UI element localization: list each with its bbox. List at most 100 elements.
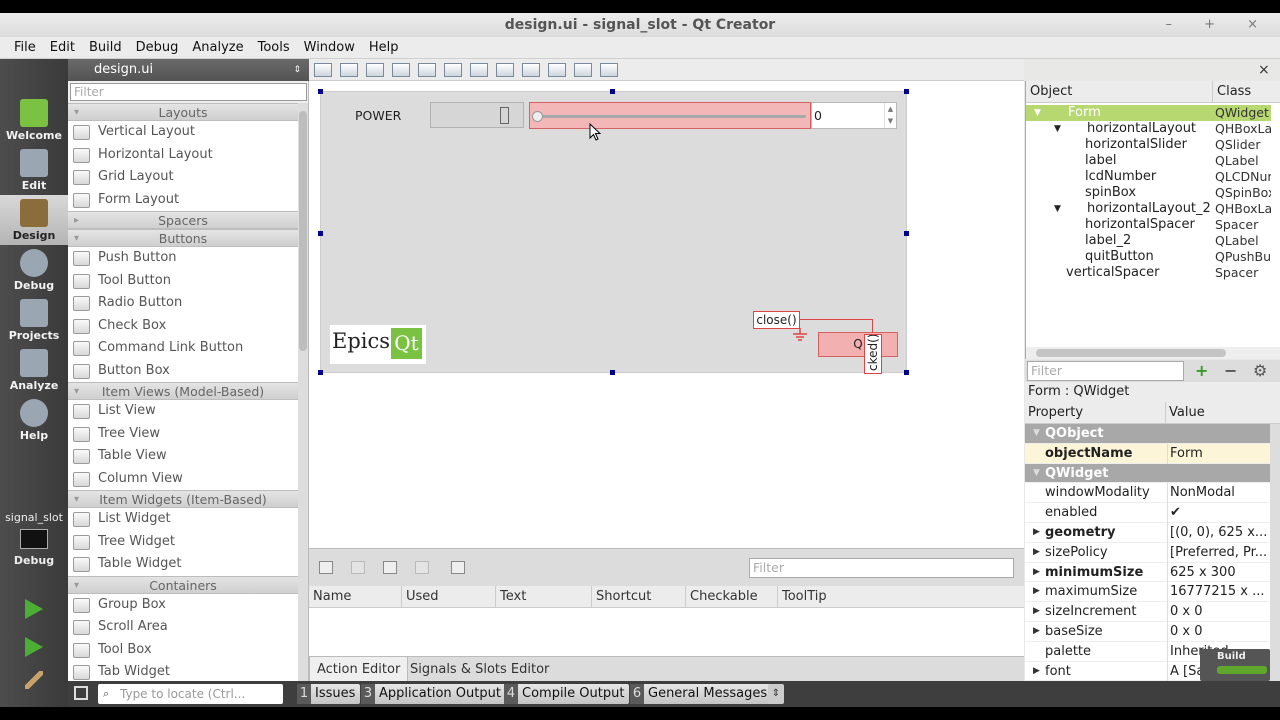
layout-grid-icon[interactable]	[548, 63, 566, 77]
widget-item-tree-view[interactable]: Tree View	[68, 422, 298, 445]
remove-property-icon[interactable]: −	[1224, 362, 1237, 380]
widget-item-tool-button[interactable]: Tool Button	[68, 269, 298, 292]
horizontal-slider[interactable]	[529, 102, 811, 129]
object-column-header[interactable]: Object	[1026, 81, 1072, 103]
output-tab-issues[interactable]: 1 Issues	[297, 684, 361, 704]
object-row-horizontalSpacer[interactable]: horizontalSpacer Spacer	[1026, 217, 1271, 233]
category-item-widgets-item-based-[interactable]: Item Widgets (Item-Based)	[68, 490, 298, 509]
widget-item-table-widget[interactable]: Table Widget	[68, 553, 298, 576]
close-editor-icon[interactable]: ×	[1258, 59, 1274, 81]
widget-item-grid-layout[interactable]: Grid Layout	[68, 166, 298, 189]
object-row-quitButton[interactable]: quitButton QPushButton	[1026, 249, 1271, 265]
mode-welcome[interactable]: Welcome	[0, 95, 68, 145]
layout-vertical-icon[interactable]	[444, 63, 462, 77]
delete-action-icon[interactable]	[415, 561, 429, 574]
value-column-header[interactable]: Value	[1165, 402, 1205, 424]
run-debug-icon[interactable]	[25, 637, 43, 657]
property-value[interactable]: 0 x 0	[1167, 602, 1270, 622]
property-column-header[interactable]: Property	[1025, 402, 1083, 424]
property-value[interactable]: 16777215 x ...	[1167, 582, 1270, 603]
adjust-size-icon[interactable]	[600, 63, 618, 77]
property-value[interactable]: ✔	[1167, 503, 1270, 523]
expand-arrow-icon[interactable]: ▶	[1033, 523, 1040, 543]
menu-analyze[interactable]: Analyze	[185, 37, 250, 59]
property-value[interactable]: [(0, 0), 625 x...	[1167, 522, 1270, 543]
category-layouts[interactable]: Layouts	[68, 103, 298, 122]
quit-button[interactable]: Q	[818, 332, 898, 357]
add-property-icon[interactable]: +	[1195, 362, 1208, 380]
widget-item-tool-box[interactable]: Tool Box	[68, 638, 298, 661]
resize-handle[interactable]	[318, 370, 323, 375]
clicked-signal-label[interactable]: cked()	[864, 334, 882, 374]
property-row-sizePolicy[interactable]: ▶ sizePolicy [Preferred, Pr...	[1025, 542, 1270, 563]
widget-item-push-button[interactable]: Push Button	[68, 247, 298, 270]
widget-filter-input[interactable]: Filter	[70, 83, 307, 101]
window-controls[interactable]: – + ×	[1165, 13, 1272, 37]
category-containers[interactable]: Containers	[68, 575, 298, 595]
menu-debug[interactable]: Debug	[129, 37, 186, 59]
close-slot-label[interactable]: close()	[753, 311, 800, 329]
expand-arrow-icon[interactable]: ▶	[1033, 543, 1040, 563]
edit-taborder-icon[interactable]	[392, 63, 410, 77]
property-row-baseSize[interactable]: ▶ baseSize 0 x 0	[1025, 621, 1270, 642]
copy-action-icon[interactable]	[351, 561, 365, 574]
expand-arrow-icon[interactable]: ▶	[1033, 622, 1040, 642]
expand-arrow-icon[interactable]: ▶	[1033, 662, 1040, 682]
object-row-spinBox[interactable]: spinBox QSpinBox	[1026, 185, 1271, 201]
property-value[interactable]: 0 x 0	[1167, 621, 1270, 642]
mode-edit[interactable]: Edit	[0, 145, 68, 195]
expand-arrow-icon[interactable]: ▼	[1054, 201, 1061, 217]
editor-file-selector[interactable]: design.ui ⇕	[68, 59, 309, 81]
tab-action-editor[interactable]: Action Editor	[309, 657, 409, 682]
property-value[interactable]: 625 x 300	[1167, 562, 1270, 583]
resize-handle[interactable]	[904, 370, 909, 375]
paste-action-icon[interactable]	[383, 561, 397, 574]
property-row-QWidget[interactable]: ▼ QWidget	[1025, 463, 1270, 484]
output-tab-compile-output[interactable]: 4 Compile Output	[504, 684, 630, 704]
object-row-Form[interactable]: ▼ Form QWidget	[1026, 105, 1271, 121]
expand-arrow-icon[interactable]: ▶	[1033, 563, 1040, 583]
object-row-horizontalLayout[interactable]: ▼ horizontalLayout QHBoxLayout	[1026, 121, 1271, 137]
edit-buddies-icon[interactable]	[366, 63, 384, 77]
widget-item-horizontal-layout[interactable]: Horizontal Layout	[68, 143, 298, 166]
spin-arrows-icon[interactable]: ▲ ▼	[884, 103, 896, 128]
toggle-sidebar-icon[interactable]	[74, 686, 88, 700]
object-row-horizontalLayout_2[interactable]: ▼ horizontalLayout_2 QHBoxLayout	[1026, 201, 1271, 217]
lcd-number[interactable]	[430, 102, 524, 128]
resize-handle[interactable]	[904, 89, 909, 94]
property-row-windowModality[interactable]: windowModality NonModal	[1025, 483, 1270, 504]
layout-form-icon[interactable]	[522, 63, 540, 77]
object-row-label_2[interactable]: label_2 QLabel	[1026, 233, 1271, 249]
edit-signals-icon[interactable]	[340, 63, 358, 77]
property-row-QObject[interactable]: ▼ QObject	[1025, 424, 1270, 444]
widget-item-list-view[interactable]: List View	[68, 400, 298, 423]
spin-box[interactable]: 0 ▲ ▼	[811, 102, 897, 129]
menu-help[interactable]: Help	[362, 37, 406, 59]
widget-item-command-link-button[interactable]: Command Link Button	[68, 337, 298, 360]
widget-item-column-view[interactable]: Column View	[68, 467, 298, 490]
expand-arrow-icon[interactable]: ▼	[1054, 121, 1061, 137]
object-row-horizontalSlider[interactable]: horizontalSlider QSlider	[1026, 137, 1271, 153]
property-filter-input[interactable]: Filter	[1027, 361, 1184, 381]
object-row-verticalSpacer[interactable]: verticalSpacer Spacer	[1026, 265, 1271, 281]
mode-design[interactable]: Design	[0, 195, 68, 245]
widget-list-scrollbar[interactable]	[298, 103, 308, 681]
widget-item-vertical-layout[interactable]: Vertical Layout	[68, 121, 298, 144]
widget-item-button-box[interactable]: Button Box	[68, 359, 298, 382]
widget-item-tab-widget[interactable]: Tab Widget	[68, 661, 298, 681]
build-icon[interactable]	[25, 671, 43, 689]
property-scrollbar[interactable]	[1270, 424, 1280, 707]
object-row-lcdNumber[interactable]: lcdNumber QLCDNumber	[1026, 169, 1271, 185]
collapse-arrow-icon[interactable]: ▼	[1033, 424, 1040, 444]
widget-item-group-box[interactable]: Group Box	[68, 593, 298, 616]
run-icon[interactable]	[25, 599, 43, 619]
mode-analyze[interactable]: Analyze	[0, 345, 68, 395]
widget-item-table-view[interactable]: Table View	[68, 445, 298, 468]
menu-file[interactable]: File	[7, 37, 43, 59]
output-tab-general-messages[interactable]: 6 General Messages	[630, 684, 773, 704]
menu-window[interactable]: Window	[297, 37, 362, 59]
break-layout-icon[interactable]	[574, 63, 592, 77]
collapse-arrow-icon[interactable]: ▼	[1033, 464, 1040, 484]
form-canvas[interactable]: POWER 0 ▲ ▼ Epics Qt Q close() cked()	[309, 81, 1024, 548]
monitor-icon[interactable]	[20, 529, 48, 549]
